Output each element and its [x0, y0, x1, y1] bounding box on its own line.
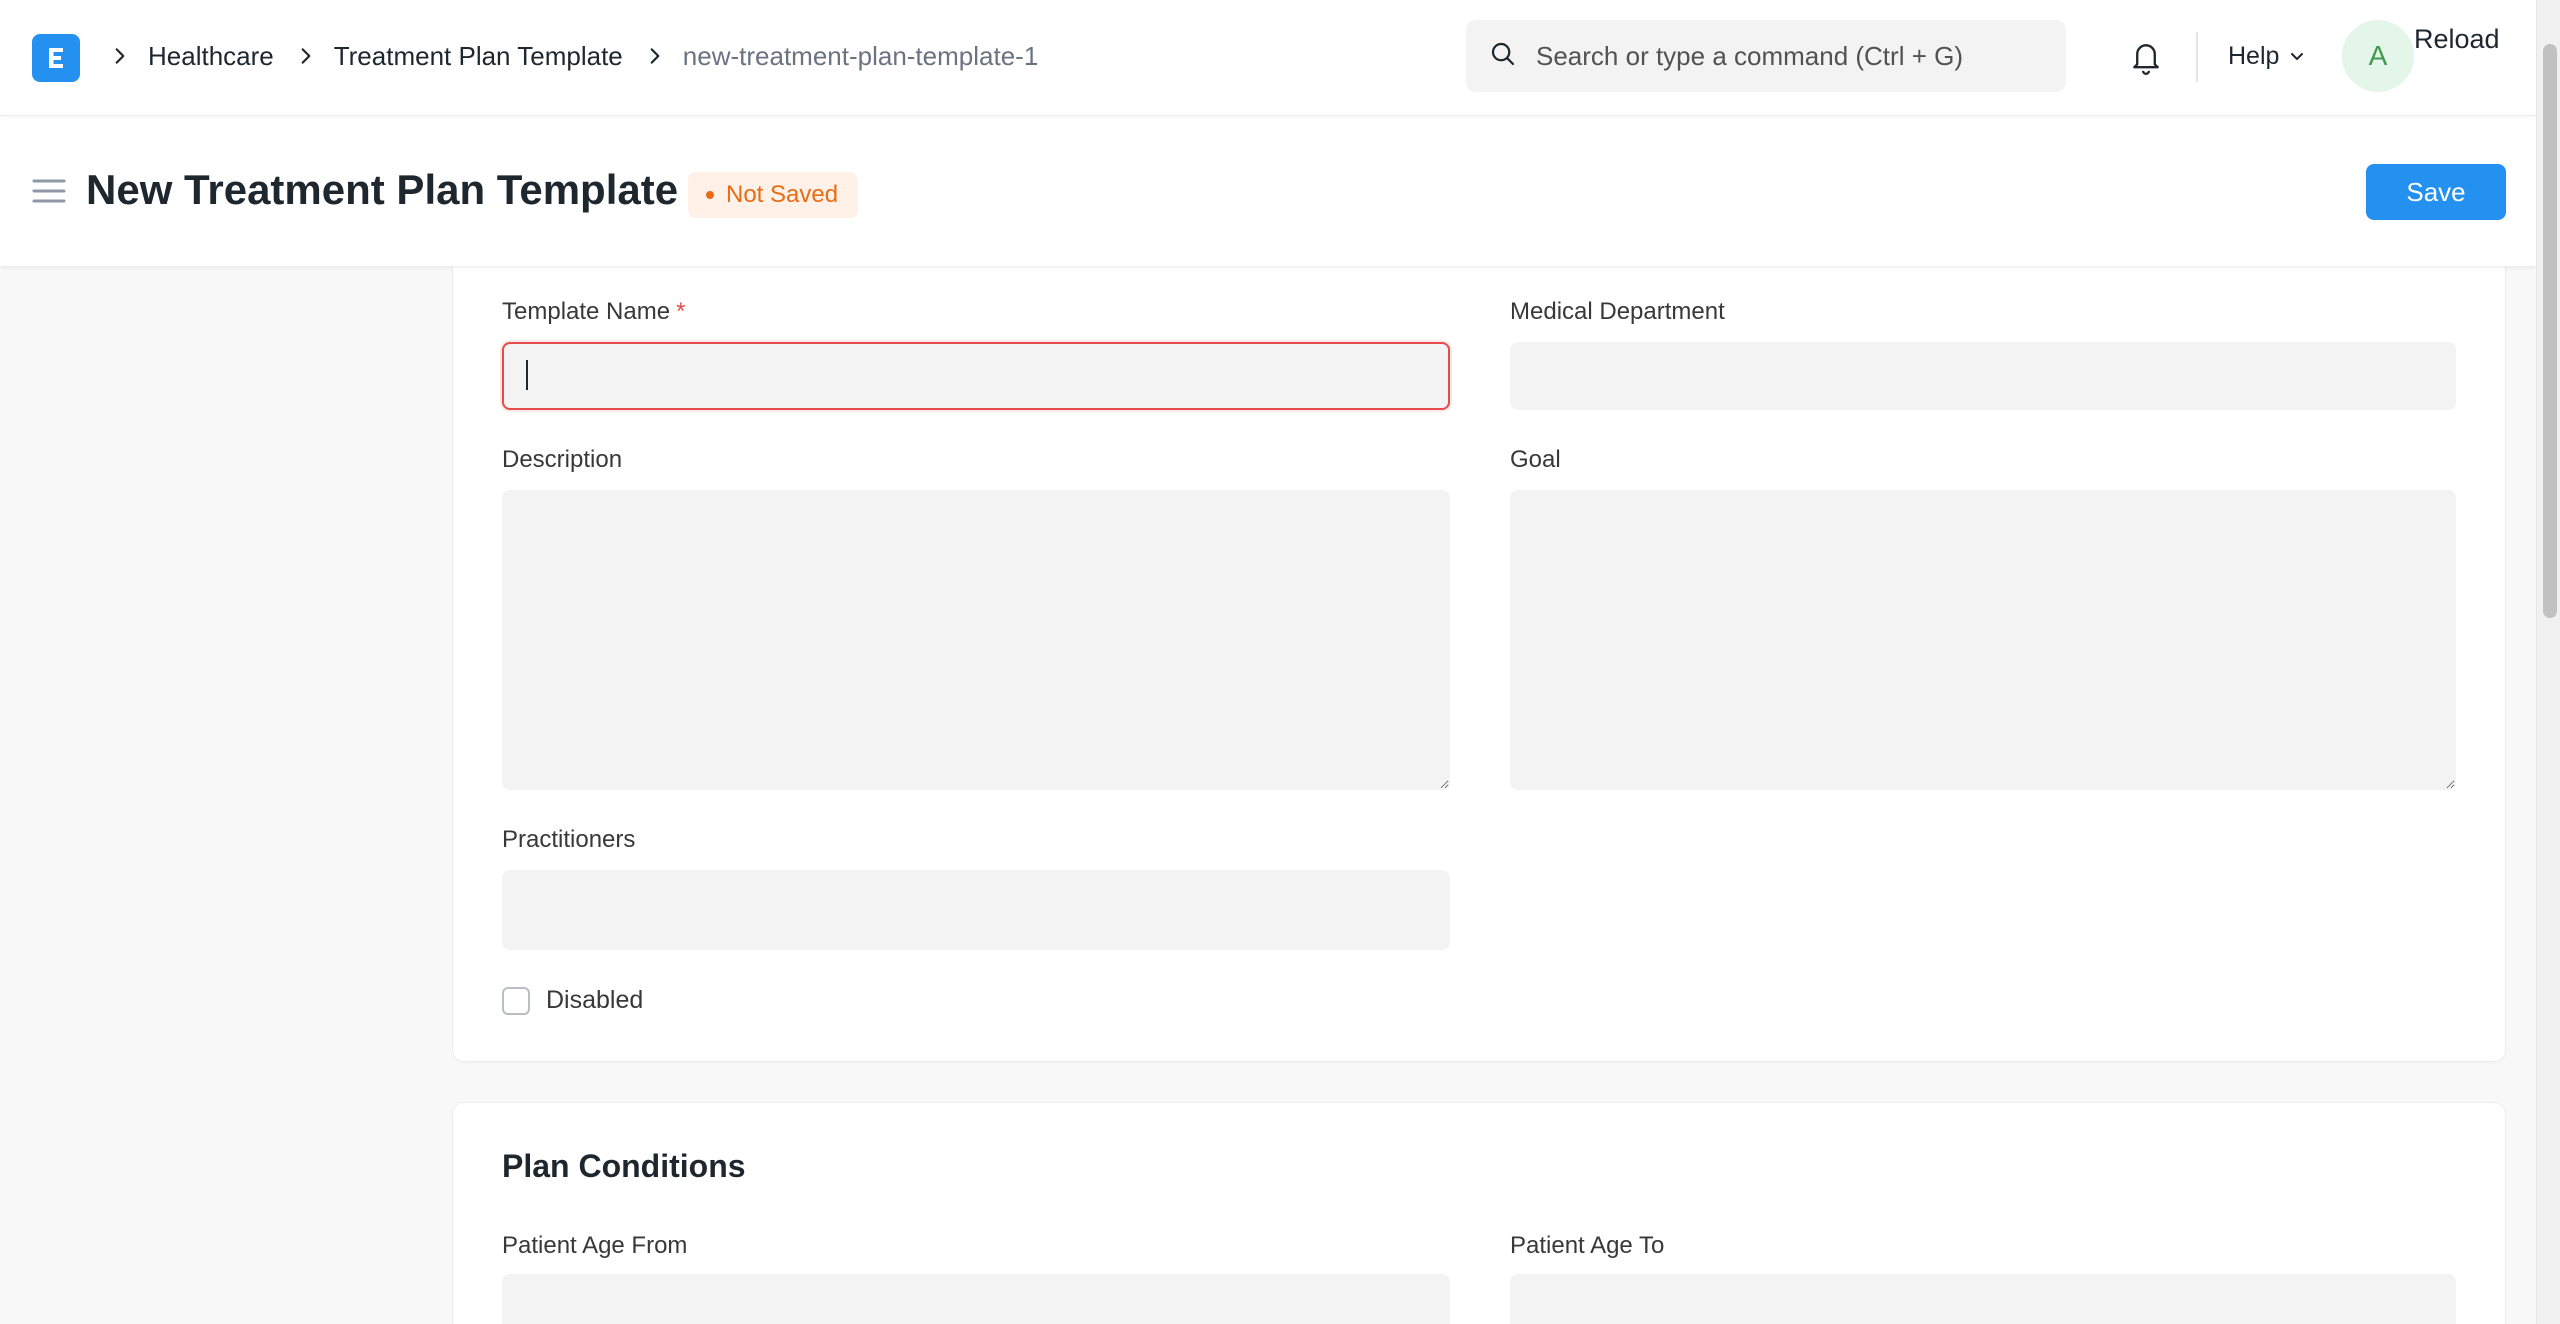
- help-label: Help: [2228, 41, 2280, 70]
- search-icon: [1488, 39, 1518, 74]
- navbar-divider: [2196, 32, 2198, 82]
- text-caret: [526, 360, 528, 390]
- disabled-checkbox[interactable]: [502, 986, 530, 1015]
- page-header: New Treatment Plan Template Not Saved Sa…: [0, 116, 2536, 266]
- practitioners-label: Practitioners: [502, 826, 636, 853]
- chevron-right-icon: [641, 42, 669, 70]
- status-badge-label: Not Saved: [726, 181, 839, 208]
- breadcrumb-current-doc: new-treatment-plan-template-1: [682, 40, 1039, 71]
- breadcrumb: Healthcare Treatment Plan Template new-t…: [100, 0, 1050, 112]
- patient-age-to-label: Patient Age To: [1510, 1232, 1665, 1259]
- patient-age-from-input[interactable]: [502, 1274, 1450, 1324]
- breadcrumb-treatment-plan-template[interactable]: Treatment Plan Template: [334, 41, 623, 72]
- search-input[interactable]: [1536, 40, 2066, 72]
- patient-age-to-input[interactable]: [1510, 1274, 2456, 1324]
- hamburger-icon[interactable]: [32, 176, 66, 206]
- status-dot-icon: [706, 191, 714, 199]
- avatar[interactable]: A: [2342, 20, 2414, 92]
- page-title: New Treatment Plan Template: [86, 166, 679, 213]
- patient-age-from-label: Patient Age From: [502, 1232, 688, 1259]
- scrollbar-thumb[interactable]: [2543, 44, 2557, 618]
- reload-button[interactable]: Reload: [2414, 24, 2500, 55]
- description-textarea[interactable]: [502, 490, 1450, 790]
- practitioners-input[interactable]: [502, 870, 1450, 950]
- description-label: Description: [502, 446, 623, 473]
- page-scrollbar[interactable]: [2536, 0, 2560, 1324]
- help-dropdown[interactable]: Help: [2228, 38, 2307, 74]
- save-button[interactable]: Save: [2366, 164, 2506, 220]
- goal-label: Goal: [1510, 446, 1561, 473]
- medical-department-label: Medical Department: [1510, 298, 1725, 325]
- app-logo-icon[interactable]: [32, 34, 80, 82]
- bell-icon[interactable]: [2128, 38, 2164, 76]
- breadcrumb-healthcare[interactable]: Healthcare: [148, 41, 274, 72]
- disabled-checkbox-row[interactable]: Disabled: [502, 986, 643, 1015]
- template-name-label: Template Name *: [502, 298, 686, 325]
- chevron-right-icon: [106, 42, 134, 70]
- chevron-right-icon: [292, 42, 320, 70]
- medical-department-input[interactable]: [1510, 342, 2456, 410]
- status-badge: Not Saved: [688, 172, 859, 218]
- plan-conditions-title: Plan Conditions: [502, 1148, 746, 1184]
- chevron-down-icon: [2291, 53, 2304, 60]
- awesome-bar[interactable]: [1466, 20, 2066, 92]
- goal-textarea[interactable]: [1510, 490, 2456, 790]
- top-navbar: Healthcare Treatment Plan Template new-t…: [0, 0, 2536, 116]
- template-name-input[interactable]: [502, 342, 1450, 410]
- disabled-label: Disabled: [546, 986, 644, 1014]
